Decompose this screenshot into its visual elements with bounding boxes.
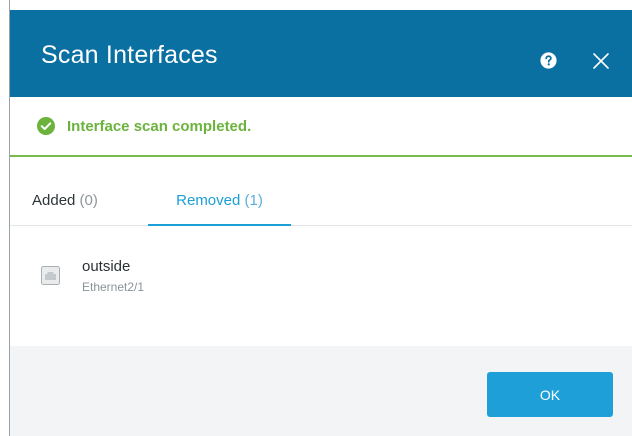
check-circle-icon bbox=[37, 117, 55, 135]
background-edge bbox=[0, 0, 10, 436]
tab-added-label: Added bbox=[32, 192, 76, 209]
scan-interfaces-dialog: Scan Interfaces Interface scan completed… bbox=[0, 0, 632, 436]
ok-button[interactable]: OK bbox=[487, 372, 613, 417]
dialog-footer: OK bbox=[10, 346, 632, 436]
tab-bar: Added (0) Removed (1) bbox=[10, 181, 632, 226]
tab-removed-label: Removed bbox=[176, 192, 241, 209]
list-item: outside Ethernet2/1 bbox=[10, 256, 632, 300]
success-banner: Interface scan completed. bbox=[10, 97, 632, 157]
interface-name: outside bbox=[82, 258, 131, 275]
question-circle-icon[interactable] bbox=[540, 52, 557, 69]
tab-added[interactable]: Added (0) bbox=[32, 181, 98, 226]
tab-removed-count: (1) bbox=[244, 192, 263, 209]
tab-added-count: (0) bbox=[79, 192, 98, 209]
tab-removed[interactable]: Removed (1) bbox=[148, 181, 291, 226]
interface-list: outside Ethernet2/1 bbox=[10, 226, 632, 346]
dialog-header: Scan Interfaces bbox=[10, 10, 632, 97]
banner-message: Interface scan completed. bbox=[67, 118, 252, 135]
ethernet-port-icon bbox=[41, 266, 60, 285]
close-icon[interactable] bbox=[592, 52, 610, 70]
dialog-title: Scan Interfaces bbox=[41, 41, 218, 69]
interface-hardware-name: Ethernet2/1 bbox=[82, 280, 145, 294]
